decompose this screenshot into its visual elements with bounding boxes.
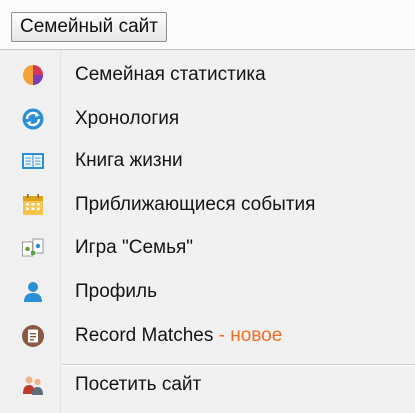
record-matches-icon: [20, 323, 46, 349]
timeline-arrows-icon: [20, 106, 46, 132]
family-site-menu-button[interactable]: Семейный сайт: [11, 12, 167, 42]
new-badge: - новое: [213, 325, 283, 346]
menu-item-label: Хронология: [75, 108, 180, 129]
pie-chart-icon: [20, 62, 46, 88]
person-icon: [20, 279, 46, 305]
menu-item-label: Record Matches - новое: [75, 325, 282, 347]
menu-item-visit-site[interactable]: Посетить сайт: [0, 368, 415, 402]
menu-item-label: Семейная статистика: [75, 64, 266, 85]
menu-item-label: Книга жизни: [75, 150, 183, 171]
game-cards-icon: [20, 235, 46, 261]
record-matches-label: Record Matches: [75, 325, 214, 346]
menu-item-label: Посетить сайт: [75, 374, 202, 395]
menu-item-family-statistics[interactable]: Семейная статистика: [0, 58, 415, 92]
menu-item-label: Профиль: [75, 281, 158, 302]
menu-item-record-matches[interactable]: Record Matches - новое: [0, 319, 415, 353]
menu-separator: [62, 364, 415, 366]
open-book-icon: [20, 148, 46, 174]
dropdown-menu: Семейная статистика Хронология Книга жиз…: [0, 49, 415, 413]
calendar-icon: [20, 192, 46, 218]
menu-item-book-of-life[interactable]: Книга жизни: [0, 144, 415, 178]
menu-item-label: Игра "Семья": [75, 237, 194, 258]
menu-bar: Семейный сайт: [0, 0, 415, 50]
family-site-menu-label: Семейный сайт: [20, 16, 158, 37]
screen: Семейный сайт Семейная статистика Хронол…: [0, 0, 415, 413]
family-people-icon: [20, 372, 46, 398]
menu-item-profile[interactable]: Профиль: [0, 275, 415, 309]
menu-item-family-game[interactable]: Игра "Семья": [0, 231, 415, 265]
menu-item-upcoming-events[interactable]: Приближающиеся события: [0, 188, 415, 222]
menu-item-label: Приближающиеся события: [75, 194, 316, 215]
menu-item-chronology[interactable]: Хронология: [0, 102, 415, 136]
